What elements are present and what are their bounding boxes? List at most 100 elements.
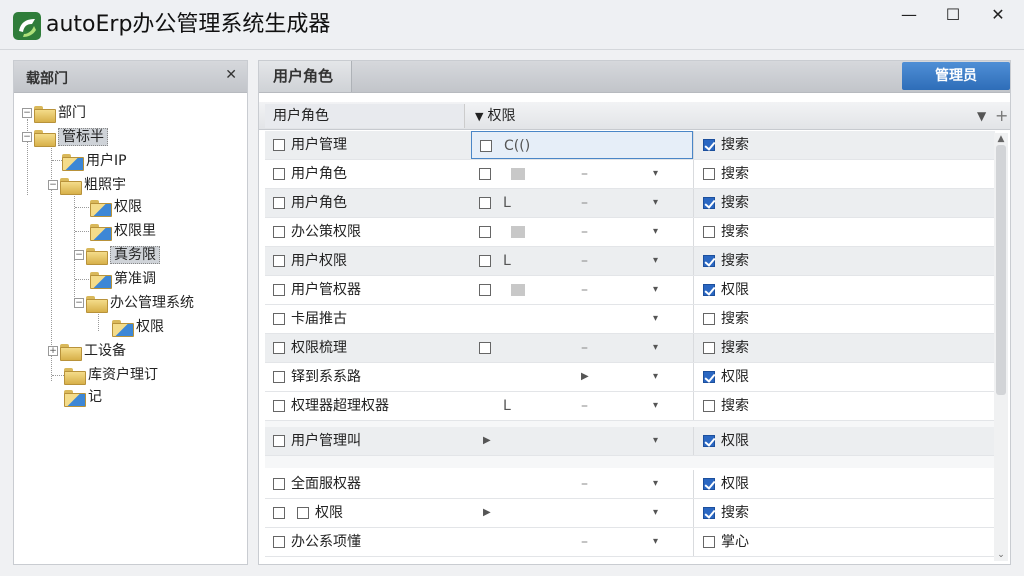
permission-cell[interactable]: – ▾ bbox=[471, 528, 693, 556]
scroll-down-icon[interactable]: ⌄ bbox=[994, 549, 1008, 561]
tree-node-library[interactable]: 库资户理订 bbox=[64, 365, 158, 385]
scroll-thumb[interactable] bbox=[996, 145, 1006, 395]
collapse-icon[interactable]: − bbox=[22, 132, 32, 142]
permission-cell[interactable]: ▾ ▶ bbox=[471, 427, 693, 455]
permission-cell[interactable]: ▾ bbox=[471, 305, 693, 333]
close-button[interactable]: ✕ bbox=[975, 2, 1021, 28]
minimize-button[interactable]: — bbox=[886, 2, 932, 28]
row-checkbox[interactable] bbox=[273, 435, 285, 447]
row-checkbox[interactable] bbox=[273, 507, 285, 519]
dropdown-arrow-icon[interactable]: ▾ bbox=[653, 189, 658, 217]
table-row[interactable]: 权理器超理权器 L – ▾ 搜索 bbox=[265, 392, 995, 421]
permission-checkbox[interactable] bbox=[479, 168, 491, 180]
permission-toggle-checkbox[interactable] bbox=[703, 226, 715, 238]
scroll-up-icon[interactable]: ▲ bbox=[994, 133, 1008, 145]
role-name-cell[interactable]: 卡届推古 bbox=[273, 305, 347, 333]
row-checkbox[interactable] bbox=[273, 342, 285, 354]
row-checkbox[interactable] bbox=[273, 313, 285, 325]
table-row[interactable]: 用户角色 – ▾ 搜索 bbox=[265, 160, 995, 189]
table-row[interactable]: 用户管理叫 ▾ ▶ 权限 bbox=[265, 427, 995, 456]
permission-cell[interactable]: – ▾ bbox=[471, 160, 693, 188]
search-permission-cell[interactable]: 权限 bbox=[703, 363, 749, 391]
search-permission-cell[interactable]: 搜索 bbox=[703, 247, 749, 275]
tree-node-equipment[interactable]: + 工设备 bbox=[48, 341, 126, 361]
permission-cell[interactable]: L – ▾ bbox=[471, 189, 693, 217]
role-name-cell[interactable]: 权限 bbox=[273, 499, 343, 527]
dropdown-arrow-icon[interactable]: ▾ bbox=[653, 276, 658, 304]
search-permission-cell[interactable]: 搜索 bbox=[703, 392, 749, 420]
row-checkbox[interactable] bbox=[273, 400, 285, 412]
table-row[interactable]: 办公策权限 – ▾ 搜索 bbox=[265, 218, 995, 247]
permission-cell[interactable]: ▾ ▶ bbox=[471, 499, 693, 527]
role-name-cell[interactable]: 用户角色 bbox=[273, 189, 347, 217]
expand-arrow-icon[interactable]: ▶ bbox=[483, 499, 491, 527]
dropdown-arrow-icon[interactable]: ▾ bbox=[653, 218, 658, 246]
tree-node-task-limit[interactable]: − 真务限 bbox=[74, 245, 160, 265]
dropdown-arrow-icon[interactable]: ▼ bbox=[977, 104, 986, 128]
permission-toggle-checkbox[interactable] bbox=[703, 507, 715, 519]
permission-cell[interactable]: ▾ ▶ bbox=[471, 363, 693, 391]
row-checkbox[interactable] bbox=[273, 284, 285, 296]
permission-checkbox[interactable] bbox=[480, 140, 492, 152]
expand-arrow-icon[interactable]: ▶ bbox=[483, 427, 491, 455]
row-checkbox[interactable] bbox=[273, 371, 285, 383]
search-permission-cell[interactable]: 搜索 bbox=[703, 499, 749, 527]
dropdown-arrow-icon[interactable]: ▾ bbox=[653, 160, 658, 188]
permission-checkbox[interactable] bbox=[479, 226, 491, 238]
permission-cell[interactable]: C(() bbox=[471, 131, 693, 159]
collapse-icon[interactable]: − bbox=[22, 108, 32, 118]
role-name-cell[interactable]: 办公系项懂 bbox=[273, 528, 361, 556]
permission-toggle-checkbox[interactable] bbox=[703, 197, 715, 209]
tree-node-user-ip[interactable]: 用户IP bbox=[62, 151, 127, 171]
table-row[interactable]: 卡届推古 ▾ 搜索 bbox=[265, 305, 995, 334]
role-name-cell[interactable]: 用户权限 bbox=[273, 247, 347, 275]
permission-cell[interactable]: – ▾ bbox=[471, 470, 693, 498]
search-permission-cell[interactable]: 搜索 bbox=[703, 131, 749, 159]
search-permission-cell[interactable]: 掌心 bbox=[703, 528, 749, 556]
column-header-permission[interactable]: ▼ 权限 bbox=[475, 104, 515, 129]
row-checkbox[interactable] bbox=[273, 478, 285, 490]
permission-toggle-checkbox[interactable] bbox=[703, 371, 715, 383]
tree-node-office-system[interactable]: − 办公管理系统 bbox=[74, 293, 194, 313]
permission-checkbox[interactable] bbox=[479, 255, 491, 267]
dropdown-arrow-icon[interactable]: ▾ bbox=[653, 363, 658, 391]
permission-toggle-checkbox[interactable] bbox=[703, 284, 715, 296]
permission-toggle-checkbox[interactable] bbox=[703, 168, 715, 180]
search-permission-cell[interactable]: 搜索 bbox=[703, 218, 749, 246]
expand-icon[interactable]: + bbox=[48, 346, 58, 356]
permission-toggle-checkbox[interactable] bbox=[703, 435, 715, 447]
column-header-role[interactable]: 用户角色 bbox=[265, 104, 465, 128]
role-name-cell[interactable]: 用户角色 bbox=[273, 160, 347, 188]
admin-button[interactable]: 管理员 bbox=[902, 62, 1010, 90]
row-checkbox[interactable] bbox=[273, 168, 285, 180]
dropdown-arrow-icon[interactable]: ▾ bbox=[653, 499, 658, 527]
collapse-icon[interactable]: − bbox=[74, 298, 84, 308]
permission-toggle-checkbox[interactable] bbox=[703, 255, 715, 267]
collapse-icon[interactable]: − bbox=[48, 180, 58, 190]
table-row[interactable]: 用户管权器 – ▾ 权限 bbox=[265, 276, 995, 305]
close-panel-icon[interactable]: ✕ bbox=[225, 67, 237, 83]
role-name-cell[interactable]: 权限梳理 bbox=[273, 334, 347, 362]
table-row[interactable]: 权限 ▾ ▶ 搜索 bbox=[265, 499, 995, 528]
permission-toggle-checkbox[interactable] bbox=[703, 342, 715, 354]
permission-checkbox[interactable] bbox=[479, 342, 491, 354]
permission-toggle-checkbox[interactable] bbox=[703, 536, 715, 548]
tree-node-permission[interactable]: 权限 bbox=[90, 197, 142, 217]
table-row[interactable]: 办公系项懂 – ▾ 掌心 bbox=[265, 528, 995, 557]
row-checkbox[interactable] bbox=[273, 226, 285, 238]
role-name-cell[interactable]: 权理器超理权器 bbox=[273, 392, 389, 420]
search-permission-cell[interactable]: 搜索 bbox=[703, 305, 749, 333]
permission-checkbox[interactable] bbox=[479, 197, 491, 209]
table-row[interactable]: 全面服权器 – ▾ 权限 bbox=[265, 470, 995, 499]
tree-node-department[interactable]: − 部门 bbox=[22, 103, 86, 123]
tree-node-group[interactable]: − 粗照宇 bbox=[48, 175, 126, 195]
permission-cell[interactable]: L – ▾ bbox=[471, 247, 693, 275]
permission-toggle-checkbox[interactable] bbox=[703, 478, 715, 490]
dropdown-arrow-icon[interactable]: ▾ bbox=[653, 305, 658, 333]
expand-arrow-icon[interactable]: ▶ bbox=[581, 363, 589, 391]
permission-toggle-checkbox[interactable] bbox=[703, 139, 715, 151]
permission-cell[interactable]: L – ▾ bbox=[471, 392, 693, 420]
permission-cell[interactable]: – ▾ bbox=[471, 218, 693, 246]
role-name-cell[interactable]: 用户管理 bbox=[273, 131, 347, 159]
dropdown-arrow-icon[interactable]: ▾ bbox=[653, 528, 658, 556]
